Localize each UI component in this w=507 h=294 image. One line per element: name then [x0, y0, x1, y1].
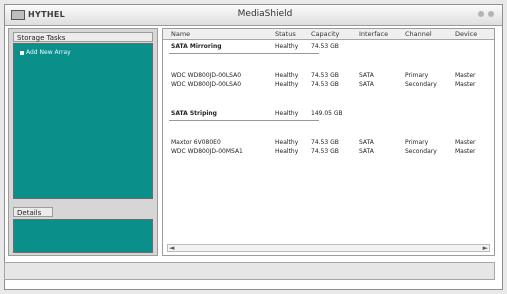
array-list-view[interactable]: Name Status Capacity Interface Channel D…	[162, 28, 495, 256]
cell-channel: Primary	[405, 139, 429, 146]
storage-tasks-panel: Add New Array	[13, 43, 153, 199]
table-row[interactable]: WDC WD800JD-00LSA0 Healthy 74.53 GB SATA…	[163, 81, 494, 89]
cell-name: SATA Striping	[171, 110, 217, 117]
logo: HYTHEL	[11, 9, 65, 20]
close-button[interactable]	[488, 11, 494, 17]
cell-capacity: 74.53 GB	[311, 81, 339, 88]
cell-name: WDC WD800JD-00MSA1	[171, 148, 243, 155]
group-divider	[169, 120, 319, 121]
column-header-name[interactable]: Name	[171, 30, 190, 38]
storage-tasks-header: Storage Tasks	[13, 32, 153, 42]
table-row[interactable]: SATA Mirroring Healthy 74.53 GB	[163, 43, 494, 51]
details-header: Details	[13, 207, 53, 217]
task-bullet-icon	[20, 50, 24, 55]
cell-device: Master	[455, 139, 476, 146]
group-divider	[169, 53, 319, 54]
cell-capacity: 149.05 GB	[311, 110, 343, 117]
table-row[interactable]: SATA Striping Healthy 149.05 GB	[163, 110, 494, 118]
cell-interface: SATA	[359, 139, 374, 146]
status-bar	[4, 262, 495, 280]
logo-icon	[11, 9, 25, 20]
cell-channel: Secondary	[405, 81, 437, 88]
cell-status: Healthy	[275, 43, 299, 50]
cell-status: Healthy	[275, 139, 299, 146]
column-header-status[interactable]: Status	[275, 30, 296, 38]
left-sidebar: Storage Tasks Add New Array Details	[8, 28, 158, 256]
column-header-row: Name Status Capacity Interface Channel D…	[163, 29, 494, 40]
window-controls	[478, 11, 494, 17]
cell-channel: Secondary	[405, 148, 437, 155]
cell-interface: SATA	[359, 81, 374, 88]
cell-name: Maxtor 6V080E0	[171, 139, 221, 146]
table-row[interactable]: WDC WD800JD-00LSA0 Healthy 74.53 GB SATA…	[163, 72, 494, 80]
minimize-button[interactable]	[478, 11, 484, 17]
cell-device: Master	[455, 72, 476, 79]
cell-capacity: 74.53 GB	[311, 43, 339, 50]
table-row[interactable]: WDC WD800JD-00MSA1 Healthy 74.53 GB SATA…	[163, 148, 494, 156]
column-header-interface[interactable]: Interface	[359, 30, 388, 38]
table-row[interactable]: Maxtor 6V080E0 Healthy 74.53 GB SATA Pri…	[163, 139, 494, 147]
cell-capacity: 74.53 GB	[311, 72, 339, 79]
task-add-new-array[interactable]: Add New Array	[20, 49, 71, 56]
cell-capacity: 74.53 GB	[311, 148, 339, 155]
cell-status: Healthy	[275, 81, 299, 88]
cell-interface: SATA	[359, 148, 374, 155]
window-title: MediaShield	[237, 9, 293, 19]
scroll-left-icon[interactable]: ◄	[169, 244, 174, 252]
cell-name: WDC WD800JD-00LSA0	[171, 72, 242, 79]
horizontal-scrollbar[interactable]: ◄ ►	[167, 244, 490, 252]
column-header-channel[interactable]: Channel	[405, 30, 432, 38]
cell-interface: SATA	[359, 72, 374, 79]
scroll-right-icon[interactable]: ►	[483, 244, 488, 252]
cell-status: Healthy	[275, 72, 299, 79]
cell-channel: Primary	[405, 72, 429, 79]
cell-status: Healthy	[275, 110, 299, 117]
cell-status: Healthy	[275, 148, 299, 155]
title-bar: HYTHEL MediaShield	[5, 5, 502, 26]
cell-name: SATA Mirroring	[171, 43, 222, 50]
cell-device: Master	[455, 81, 476, 88]
details-panel	[13, 219, 153, 253]
column-header-device[interactable]: Device	[455, 30, 477, 38]
column-header-capacity[interactable]: Capacity	[311, 30, 339, 38]
cell-capacity: 74.53 GB	[311, 139, 339, 146]
cell-device: Master	[455, 148, 476, 155]
logo-text: HYTHEL	[28, 10, 66, 19]
cell-name: WDC WD800JD-00LSA0	[171, 81, 242, 88]
task-label: Add New Array	[26, 49, 71, 56]
